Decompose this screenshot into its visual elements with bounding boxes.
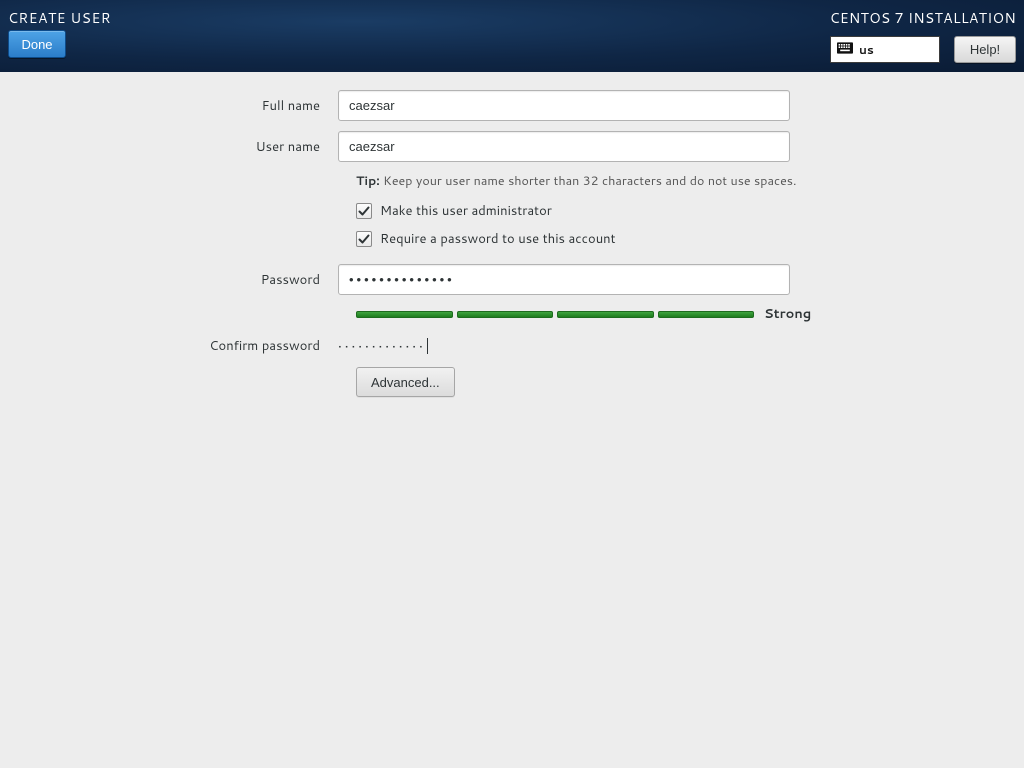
password-strength-label: Strong (764, 305, 808, 323)
username-label: User name (0, 138, 338, 156)
admin-checkbox[interactable] (356, 203, 372, 219)
checkmark-icon (358, 233, 370, 245)
strength-segment (457, 311, 554, 318)
fullname-input[interactable] (338, 90, 790, 121)
password-input[interactable] (338, 264, 790, 295)
help-button[interactable]: Help! (954, 36, 1016, 63)
create-user-form: Full name User name Tip: Keep your user … (0, 90, 808, 397)
keyboard-layout-label: us (859, 41, 874, 58)
header-right: CENTOS 7 INSTALLATION us Help! (830, 8, 1016, 63)
confirm-password-label: Confirm password (0, 337, 338, 355)
tip-text: Keep your user name shorter than 32 char… (380, 172, 797, 190)
require-password-checkbox-label[interactable]: Require a password to use this account (380, 230, 616, 248)
require-password-checkbox[interactable] (356, 231, 372, 247)
done-button[interactable]: Done (8, 30, 66, 58)
password-label: Password (0, 271, 338, 289)
header: CREATE USER Done CENTOS 7 INSTALLATION u… (0, 0, 1024, 72)
strength-segment (557, 311, 654, 318)
checkmark-icon (358, 205, 370, 217)
page-title: CREATE USER (8, 8, 111, 28)
keyboard-layout-select[interactable]: us (830, 36, 940, 63)
install-title: CENTOS 7 INSTALLATION (830, 8, 1016, 28)
fullname-label: Full name (0, 97, 338, 115)
keyboard-icon (837, 41, 853, 59)
username-tip: Tip: Keep your user name shorter than 32… (356, 172, 808, 190)
username-input[interactable] (338, 131, 790, 162)
strength-segment (356, 311, 453, 318)
advanced-button[interactable]: Advanced... (356, 367, 455, 397)
admin-checkbox-label[interactable]: Make this user administrator (380, 202, 552, 220)
confirm-password-input[interactable]: ••••••••••••• (338, 338, 790, 355)
strength-segment (658, 311, 755, 318)
password-strength-meter (356, 311, 754, 318)
tip-prefix: Tip: (356, 172, 380, 190)
content: Full name User name Tip: Keep your user … (0, 72, 1024, 397)
